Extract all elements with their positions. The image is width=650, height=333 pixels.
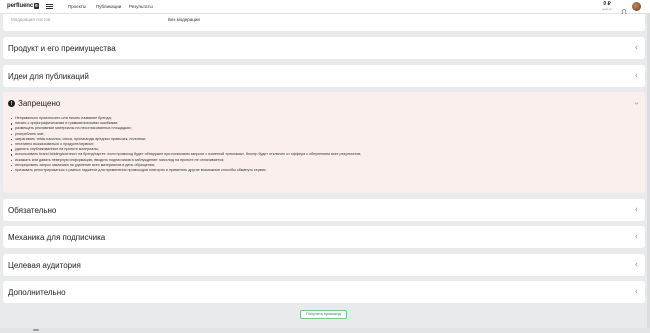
nav-publications[interactable]: Публикации <box>96 4 121 9</box>
accordion-ideas[interactable]: Идеи для публикаций <box>3 65 645 87</box>
accordion-required[interactable]: Обязательно <box>3 199 645 221</box>
accordion-title: Обязательно <box>8 206 57 215</box>
accordion-forbidden[interactable]: ! Запрещено Неправильно произносить или … <box>3 92 645 193</box>
moderation-card: Модерация постов Без модерации <box>3 14 645 31</box>
chevron-down-icon <box>634 101 639 106</box>
warning-icon: ! <box>8 100 15 107</box>
logo[interactable]: perfluenc e <box>7 3 39 9</box>
accordion-additional[interactable]: Дополнительно <box>3 281 645 303</box>
chevron-left-icon <box>634 289 639 294</box>
logo-badge: e <box>34 3 39 9</box>
chevron-left-icon <box>634 234 639 239</box>
balance-widget[interactable]: 0 ₽ доступ <box>601 2 613 12</box>
accordion-title: Дополнительно <box>8 288 66 297</box>
logo-text: perfluenc <box>7 3 34 9</box>
nav-projects[interactable]: Проекты <box>68 4 86 9</box>
accordion-title: Механика для подписчика <box>8 233 106 242</box>
chevron-left-icon <box>634 45 639 50</box>
accordion-product[interactable]: Продукт и его преимущества <box>3 37 645 59</box>
accordion-title: Запрещено <box>18 99 61 108</box>
accordion-header: ! Запрещено <box>8 99 60 108</box>
bottom-strip <box>0 328 650 333</box>
menu-icon[interactable] <box>46 4 53 9</box>
forbidden-rules-list: Неправильно произносить или писать назва… <box>11 116 361 173</box>
accordion-title: Идеи для публикаций <box>8 72 89 81</box>
top-navigation-bar: perfluenc e Проекты Публикации Результаты… <box>0 0 650 16</box>
moderation-label: Модерация постов <box>11 17 51 22</box>
nav-results[interactable]: Результаты <box>129 4 153 9</box>
list-item: призывать регистрироваться с разных гадж… <box>11 168 361 173</box>
accordion-audience[interactable]: Целевая аудитория <box>3 254 645 276</box>
avatar[interactable] <box>632 2 641 11</box>
scroll-indicator <box>33 329 39 331</box>
balance-label: доступ <box>602 7 612 11</box>
accordion-title: Целевая аудитория <box>8 261 81 270</box>
moderation-value: Без модерации <box>168 17 200 22</box>
accordion-mechanics[interactable]: Механика для подписчика <box>3 226 645 248</box>
chevron-left-icon <box>634 73 639 78</box>
chevron-left-icon <box>634 207 639 212</box>
accordion-title: Продукт и его преимущества <box>8 44 116 53</box>
bell-icon[interactable] <box>620 3 628 16</box>
get-promo-code-button[interactable]: Получить промокод <box>300 310 347 319</box>
chevron-left-icon <box>634 262 639 267</box>
